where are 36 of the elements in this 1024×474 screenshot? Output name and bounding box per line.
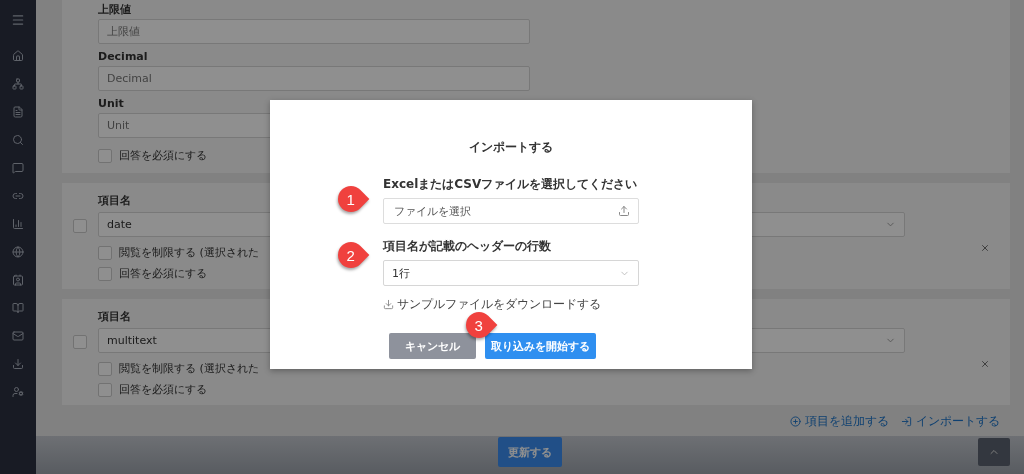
file-input-field[interactable]: ファイルを選択: [383, 198, 639, 224]
close-button[interactable]: [980, 359, 990, 369]
checkbox[interactable]: [73, 219, 87, 233]
select-field[interactable]: 1行: [383, 260, 639, 286]
scroll-top-button[interactable]: [978, 438, 1010, 466]
plus-circle-icon: [790, 416, 801, 427]
field-label: Decimal: [98, 50, 148, 63]
checkbox-label: 回答を必須にする: [119, 148, 207, 163]
checkbox[interactable]: [98, 148, 112, 163]
close-button[interactable]: [980, 243, 990, 253]
checkbox[interactable]: [98, 382, 112, 397]
download-icon: [383, 299, 394, 310]
field-label: ExcelまたはCSVファイルを選択してください: [383, 176, 638, 193]
action-link[interactable]: インポートする: [901, 413, 1000, 430]
cancel-button[interactable]: キャンセル: [389, 333, 476, 359]
start-import-button[interactable]: 取り込みを開始する: [485, 333, 596, 359]
field-label: 項目名が記載のヘッダーの行数: [383, 238, 551, 255]
checkbox-label: 閲覧を制限する (選択された: [119, 361, 259, 376]
field-label: 項目名: [98, 309, 131, 324]
checkbox[interactable]: [98, 245, 112, 260]
checkbox-label: 回答を必須にする: [119, 266, 207, 281]
upload-icon: [618, 205, 630, 217]
update-button[interactable]: 更新する: [498, 437, 562, 467]
checkbox[interactable]: [98, 361, 112, 376]
field-label: Unit: [98, 97, 124, 110]
action-link[interactable]: 項目を追加する: [790, 413, 889, 430]
checkbox-label: 閲覧を制限する (選択された: [119, 245, 259, 260]
field-label: 上限値: [98, 2, 131, 17]
field-label: 項目名: [98, 193, 131, 208]
import-icon: [901, 416, 912, 427]
checkbox[interactable]: [73, 335, 87, 349]
dialog-title: インポートする: [469, 139, 553, 156]
checkbox[interactable]: [98, 266, 112, 281]
checkbox-label: 回答を必須にする: [119, 382, 207, 397]
input-field[interactable]: 上限値: [98, 19, 530, 44]
input-field[interactable]: Decimal: [98, 66, 530, 91]
